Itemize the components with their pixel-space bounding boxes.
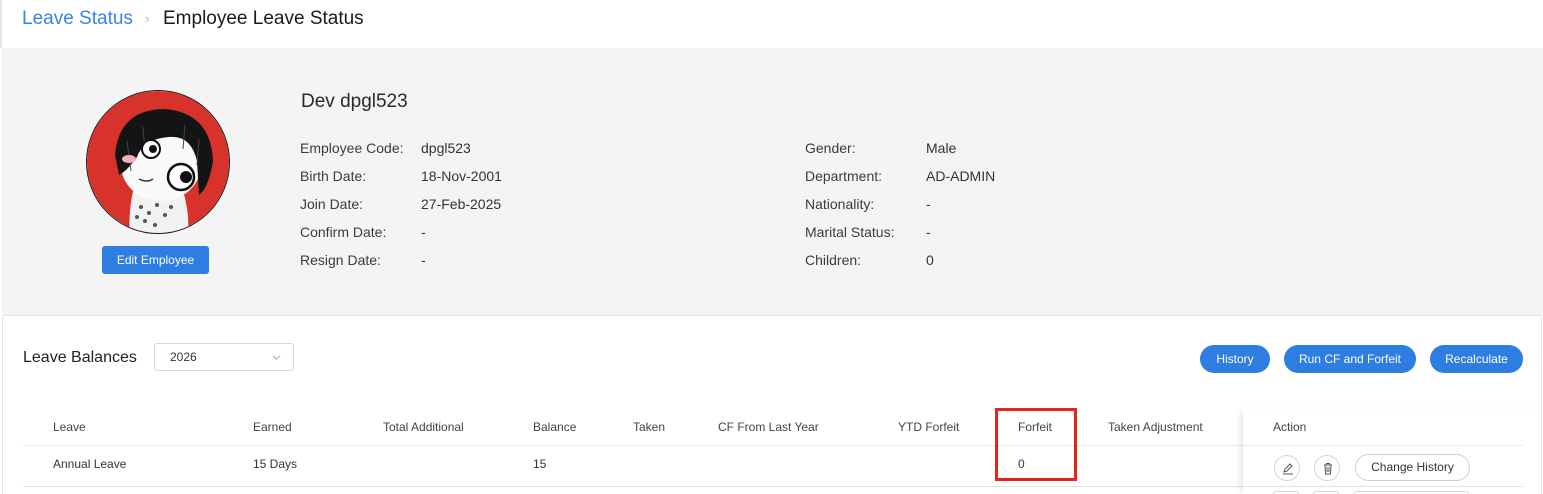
column-header-cf-from-last-year: CF From Last Year bbox=[718, 420, 819, 434]
page-title: Employee Leave Status bbox=[163, 8, 364, 29]
resign-date-value: - bbox=[421, 252, 426, 268]
breadcrumb-link-leave-status[interactable]: Leave Status bbox=[22, 8, 133, 30]
employee-code-label: Employee Code: bbox=[300, 140, 404, 156]
column-header-ytd-forfeit: YTD Forfeit bbox=[898, 420, 960, 434]
pencil-icon bbox=[1283, 463, 1293, 475]
cell-balance: 15 bbox=[533, 457, 547, 471]
employee-code-value: dpgl523 bbox=[421, 140, 471, 156]
confirm-date-label: Confirm Date: bbox=[300, 224, 387, 240]
join-date-value: 27-Feb-2025 bbox=[421, 196, 502, 212]
column-header-taken-adjustment: Taken Adjustment bbox=[1108, 420, 1203, 434]
recalculate-button[interactable]: Recalculate bbox=[1430, 345, 1523, 373]
leave-balances-title: Leave Balances bbox=[23, 349, 137, 366]
edit-leave-button[interactable] bbox=[1274, 455, 1300, 481]
year-select-value: 2026 bbox=[170, 350, 197, 364]
delete-leave-button[interactable] bbox=[1314, 455, 1340, 481]
leave-balances-card: Leave Balances 2026 History Run CF and F… bbox=[2, 315, 1542, 494]
birth-date-value: 18-Nov-2001 bbox=[421, 168, 502, 184]
column-header-earned: Earned bbox=[253, 420, 292, 434]
breadcrumb-separator: › bbox=[145, 11, 150, 26]
marital-status-value: - bbox=[926, 224, 931, 240]
gender-value: Male bbox=[926, 140, 957, 156]
column-header-forfeit: Forfeit bbox=[1018, 420, 1053, 434]
employee-name: Dev dpgl523 bbox=[301, 91, 408, 112]
change-history-button[interactable]: Change History bbox=[1355, 454, 1470, 481]
trash-icon bbox=[1324, 463, 1332, 475]
marital-status-label: Marital Status: bbox=[805, 224, 895, 240]
edit-employee-button[interactable]: Edit Employee bbox=[102, 246, 209, 274]
avatar bbox=[86, 90, 230, 234]
year-select[interactable]: 2026 bbox=[154, 343, 294, 371]
resign-date-label: Resign Date: bbox=[300, 252, 381, 268]
chevron-down-icon bbox=[272, 355, 281, 361]
department-value: AD-ADMIN bbox=[926, 168, 996, 184]
column-header-total-additional: Total Additional bbox=[383, 420, 464, 434]
column-header-leave: Leave bbox=[53, 420, 86, 434]
column-header-taken: Taken bbox=[633, 420, 666, 434]
cell-earned: 15 Days bbox=[253, 457, 298, 471]
children-label: Children: bbox=[805, 252, 862, 268]
breadcrumb: Leave Status › Employee Leave Status bbox=[0, 0, 1543, 48]
cell-forfeit: 0 bbox=[1018, 457, 1025, 471]
history-button[interactable]: History bbox=[1200, 345, 1270, 373]
run-cf-and-forfeit-button[interactable]: Run CF and Forfeit bbox=[1284, 345, 1416, 373]
nationality-value: - bbox=[926, 196, 931, 212]
join-date-label: Join Date: bbox=[300, 196, 364, 212]
action-column-panel bbox=[1243, 409, 1543, 494]
confirm-date-value: - bbox=[421, 224, 426, 240]
birth-date-label: Birth Date: bbox=[300, 168, 367, 184]
department-label: Department: bbox=[805, 168, 883, 184]
nationality-label: Nationality: bbox=[805, 196, 875, 212]
gender-label: Gender: bbox=[805, 140, 856, 156]
children-value: 0 bbox=[926, 252, 934, 268]
employee-profile-panel: Edit Employee Dev dpgl523 Employee Code:… bbox=[2, 48, 1543, 316]
cell-leave: Annual Leave bbox=[53, 457, 127, 471]
column-header-balance: Balance bbox=[533, 420, 577, 434]
